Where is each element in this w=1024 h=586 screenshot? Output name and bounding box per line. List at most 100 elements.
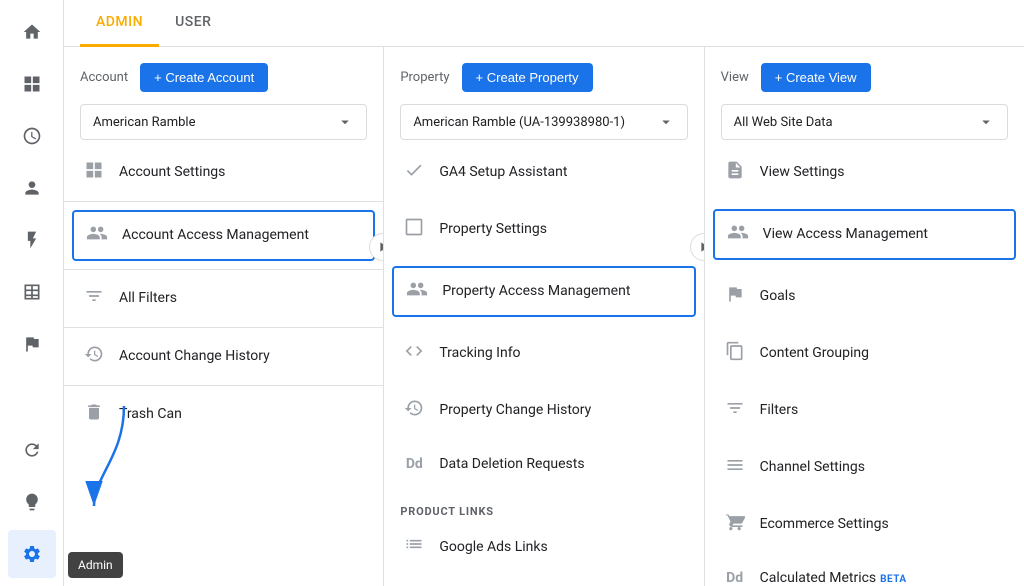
adsense-item[interactable]: AdSense Links xyxy=(384,579,703,586)
sidebar xyxy=(0,0,64,586)
create-property-button[interactable]: + Create Property xyxy=(462,63,593,92)
clock-icon[interactable] xyxy=(8,112,56,160)
view-settings-icon xyxy=(724,160,746,185)
channel-settings-label: Channel Settings xyxy=(760,458,865,476)
calculated-metrics-icon: Dd xyxy=(724,570,746,586)
admin-tooltip: Admin xyxy=(68,552,123,578)
all-filters-label: All Filters xyxy=(119,289,177,307)
account-dropdown-value: American Ramble xyxy=(93,115,195,130)
property-dropdown-value: American Ramble (UA-139938980-1) xyxy=(413,115,625,130)
google-ads-icon xyxy=(403,534,425,559)
trash-can-label: Trash Can xyxy=(119,405,182,423)
account-change-history-icon xyxy=(83,344,105,369)
account-change-history-label: Account Change History xyxy=(119,347,270,365)
property-settings-item[interactable]: Property Settings xyxy=(384,205,703,254)
calculated-metrics-item[interactable]: Dd Calculated MetricsBETA xyxy=(705,557,1024,586)
channel-settings-icon xyxy=(724,455,746,480)
ecommerce-settings-label: Ecommerce Settings xyxy=(760,515,889,533)
tracking-info-icon xyxy=(403,341,425,366)
data-deletion-icon: Dd xyxy=(403,456,425,472)
content-grouping-item[interactable]: Content Grouping xyxy=(705,329,1024,378)
goals-item[interactable]: Goals xyxy=(705,272,1024,321)
trash-can-icon xyxy=(83,402,105,427)
tracking-info-item[interactable]: Tracking Info xyxy=(384,329,703,378)
all-filters-icon xyxy=(83,286,105,311)
sidebar-bottom xyxy=(8,426,56,586)
view-settings-label: View Settings xyxy=(760,163,845,181)
account-label: Account xyxy=(80,70,128,85)
property-to-view-arrow[interactable] xyxy=(690,233,705,261)
property-settings-label: Property Settings xyxy=(439,220,547,238)
ga4-setup-icon xyxy=(403,160,425,185)
view-column-header: View + Create View xyxy=(705,47,1024,100)
view-access-item[interactable]: View Access Management xyxy=(713,209,1016,260)
ga4-setup-label: GA4 Setup Assistant xyxy=(439,163,567,181)
lightbulb-icon[interactable] xyxy=(8,478,56,526)
account-column: Account + Create Account American Ramble… xyxy=(64,47,384,586)
gear-icon[interactable] xyxy=(8,530,56,578)
goals-icon xyxy=(724,284,746,309)
property-change-history-icon xyxy=(403,398,425,423)
loop-icon[interactable] xyxy=(8,426,56,474)
property-change-history-item[interactable]: Property Change History xyxy=(384,386,703,435)
property-access-icon xyxy=(406,278,428,305)
account-access-item[interactable]: Account Access Management xyxy=(72,210,375,261)
beta-badge: BETA xyxy=(880,574,907,585)
goals-label: Goals xyxy=(760,287,796,305)
trash-can-item[interactable]: Trash Can xyxy=(64,390,383,439)
calculated-metrics-label: Calculated MetricsBETA xyxy=(760,569,907,586)
tabs-bar: ADMIN USER xyxy=(64,0,1024,47)
account-settings-icon xyxy=(83,160,105,185)
all-filters-item[interactable]: All Filters xyxy=(64,274,383,323)
create-account-button[interactable]: + Create Account xyxy=(140,63,268,92)
property-settings-icon xyxy=(403,217,425,242)
account-change-history-item[interactable]: Account Change History xyxy=(64,332,383,381)
lightning-icon[interactable] xyxy=(8,216,56,264)
admin-columns: Account + Create Account American Ramble… xyxy=(64,47,1024,586)
account-access-label: Account Access Management xyxy=(122,226,309,244)
property-column: Property + Create Property American Ramb… xyxy=(384,47,704,586)
view-access-icon xyxy=(727,221,749,248)
account-column-header: Account + Create Account xyxy=(64,47,383,100)
tracking-info-label: Tracking Info xyxy=(439,344,520,362)
main-content: ADMIN USER Account + Create Account Amer… xyxy=(64,0,1024,586)
view-filters-label: Filters xyxy=(760,401,799,419)
tab-user[interactable]: USER xyxy=(159,0,227,47)
property-label: Property xyxy=(400,70,449,85)
view-dropdown-value: All Web Site Data xyxy=(734,115,833,130)
ecommerce-icon xyxy=(724,512,746,537)
data-deletion-item[interactable]: Dd Data Deletion Requests xyxy=(384,443,703,485)
property-change-history-label: Property Change History xyxy=(439,401,591,419)
google-ads-item[interactable]: Google Ads Links xyxy=(384,522,703,571)
property-access-item[interactable]: Property Access Management xyxy=(392,266,695,317)
property-access-label: Property Access Management xyxy=(442,282,630,300)
account-settings-label: Account Settings xyxy=(119,163,225,181)
view-filters-item[interactable]: Filters xyxy=(705,386,1024,435)
account-access-icon xyxy=(86,222,108,249)
channel-settings-item[interactable]: Channel Settings xyxy=(705,443,1024,492)
view-access-label: View Access Management xyxy=(763,225,928,243)
table-icon[interactable] xyxy=(8,268,56,316)
product-links-section: PRODUCT LINKS xyxy=(384,493,703,522)
content-grouping-icon xyxy=(724,341,746,366)
ecommerce-settings-item[interactable]: Ecommerce Settings xyxy=(705,500,1024,549)
property-dropdown[interactable]: American Ramble (UA-139938980-1) xyxy=(400,104,687,140)
account-dropdown[interactable]: American Ramble xyxy=(80,104,367,140)
create-view-button[interactable]: + Create View xyxy=(761,63,871,92)
account-settings-item[interactable]: Account Settings xyxy=(64,148,383,197)
ga4-setup-item[interactable]: GA4 Setup Assistant xyxy=(384,148,703,197)
data-deletion-label: Data Deletion Requests xyxy=(439,455,584,473)
view-filters-icon xyxy=(724,398,746,423)
view-column: View + Create View All Web Site Data Vie… xyxy=(705,47,1024,586)
person-icon[interactable] xyxy=(8,164,56,212)
dashboard-icon[interactable] xyxy=(8,60,56,108)
view-label: View xyxy=(721,70,749,85)
content-grouping-label: Content Grouping xyxy=(760,344,869,362)
view-settings-item[interactable]: View Settings xyxy=(705,148,1024,197)
google-ads-label: Google Ads Links xyxy=(439,538,547,556)
home-icon[interactable] xyxy=(8,8,56,56)
property-column-header: Property + Create Property xyxy=(384,47,703,100)
flag-icon[interactable] xyxy=(8,320,56,368)
view-dropdown[interactable]: All Web Site Data xyxy=(721,104,1008,140)
tab-admin[interactable]: ADMIN xyxy=(80,0,159,47)
